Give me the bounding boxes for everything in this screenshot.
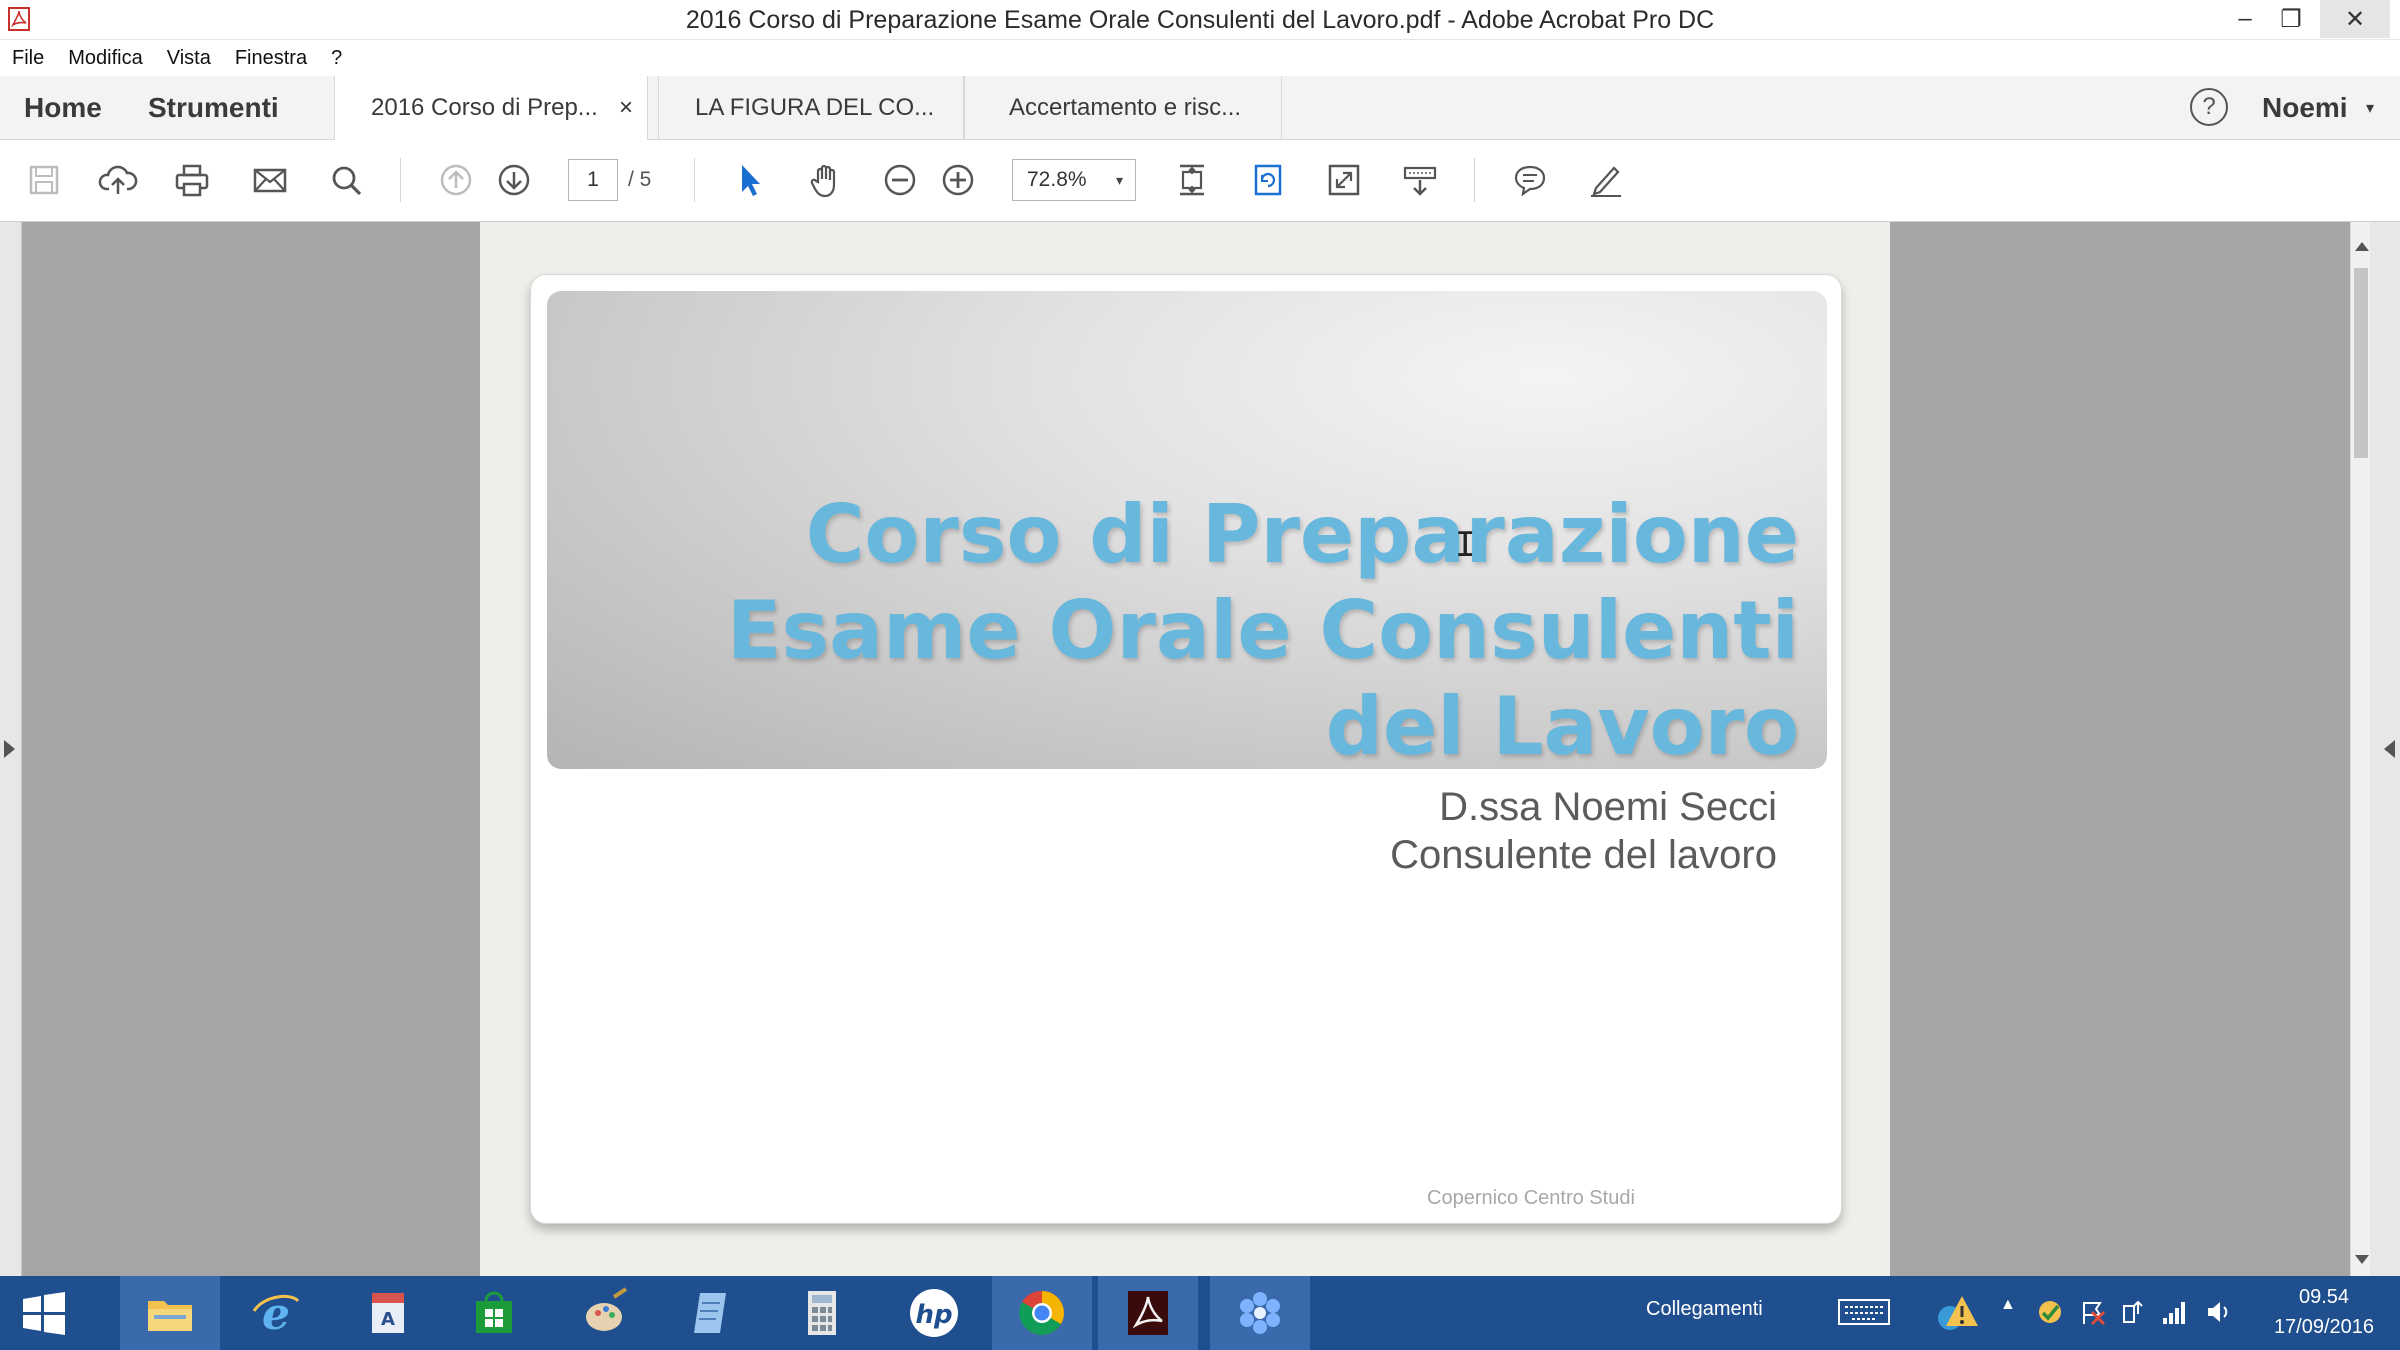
- expand-right-panel-icon[interactable]: [2384, 740, 2395, 758]
- tab-document-2[interactable]: LA FIGURA DEL CO...: [658, 76, 964, 140]
- menu-help[interactable]: ?: [331, 47, 342, 70]
- taskbar: e A hp Collegamenti ▲ 09.54 17/09/2016: [0, 1276, 2400, 1350]
- pdf-page: Corso di Preparazione Esame Orale Consul…: [480, 222, 1890, 1276]
- power-icon[interactable]: [2120, 1298, 2148, 1326]
- zoom-out-icon[interactable]: [876, 156, 924, 204]
- page-total: / 5: [628, 168, 652, 191]
- clock-time: 09.54: [2298, 1286, 2350, 1308]
- zoom-caret-icon[interactable]: ▾: [1116, 160, 1123, 200]
- save-icon[interactable]: [20, 156, 68, 204]
- user-menu[interactable]: Noemi: [2262, 92, 2348, 124]
- document-workspace: Corso di Preparazione Esame Orale Consul…: [0, 222, 2400, 1276]
- start-icon[interactable]: [0, 1276, 86, 1350]
- toolbar-separator: [1474, 158, 1475, 202]
- checkmark-tray-icon[interactable]: [2036, 1298, 2064, 1326]
- author-role: Consulente del lavoro: [1390, 833, 1777, 877]
- window-title: 2016 Corso di Preparazione Esame Orale C…: [685, 6, 1715, 34]
- print-icon[interactable]: [168, 156, 216, 204]
- acrobat-icon[interactable]: [1098, 1276, 1198, 1350]
- tab-bar: Home Strumenti 2016 Corso di Prep... × L…: [0, 76, 2400, 140]
- scroll-down-icon[interactable]: [2355, 1255, 2369, 1264]
- tab-document-3[interactable]: Accertamento e risc...: [964, 76, 1282, 140]
- zoom-select[interactable]: 72.8% ▾: [1012, 159, 1136, 201]
- user-menu-caret-icon[interactable]: ▾: [2366, 98, 2374, 118]
- slide-title-line: del Lavoro: [1325, 680, 1799, 773]
- internet-explorer-icon[interactable]: e: [226, 1276, 326, 1350]
- notes-icon[interactable]: [660, 1276, 760, 1350]
- vertical-scrollbar[interactable]: [2350, 222, 2370, 1276]
- warning-icon[interactable]: [1934, 1292, 1982, 1332]
- tab-document-1[interactable]: 2016 Corso di Prep... ×: [334, 76, 648, 140]
- zoom-value: 72.8%: [1027, 168, 1087, 191]
- scrollbar-thumb[interactable]: [2354, 268, 2368, 458]
- tab-tools[interactable]: Strumenti: [148, 92, 279, 124]
- rotate-icon[interactable]: [1244, 156, 1292, 204]
- tab-document-2-label: LA FIGURA DEL CO...: [695, 94, 935, 121]
- svg-text:A: A: [381, 1309, 395, 1330]
- author-name: D.ssa Noemi Secci: [1439, 785, 1777, 829]
- keyboard-icon[interactable]: [1838, 1298, 1890, 1326]
- hp-icon[interactable]: hp: [884, 1276, 984, 1350]
- menu-edit[interactable]: Modifica: [68, 47, 142, 70]
- volume-icon[interactable]: [2204, 1298, 2232, 1326]
- menu-bar: File Modifica Vista Finestra ?: [0, 40, 2400, 76]
- paint-icon[interactable]: [556, 1276, 656, 1350]
- tab-document-1-label: 2016 Corso di Prep...: [371, 94, 598, 121]
- comment-icon[interactable]: [1506, 156, 1554, 204]
- clock[interactable]: 09.54 17/09/2016: [2264, 1282, 2384, 1342]
- tab-document-3-label: Accertamento e risc...: [1009, 94, 1242, 121]
- close-window-button[interactable]: ✕: [2320, 0, 2390, 38]
- slide-title-line: Corso di Preparazione: [805, 488, 1799, 581]
- help-icon[interactable]: ?: [2190, 88, 2228, 126]
- links-toolbar-label[interactable]: Collegamenti: [1646, 1298, 1763, 1321]
- slide-author: D.ssa Noemi Secci Consulente del lavoro: [1390, 783, 1777, 879]
- slide: Corso di Preparazione Esame Orale Consul…: [530, 274, 1842, 1224]
- page-number-input[interactable]: 1: [568, 159, 618, 201]
- calculator-icon[interactable]: [772, 1276, 872, 1350]
- flag-error-icon[interactable]: [2078, 1298, 2106, 1326]
- text-cursor-icon: I: [1455, 525, 1476, 565]
- select-arrow-icon[interactable]: [726, 156, 774, 204]
- store-icon[interactable]: [444, 1276, 544, 1350]
- toolbar-separator: [694, 158, 695, 202]
- show-hidden-icons-icon[interactable]: ▲: [2000, 1296, 2016, 1314]
- chrome-icon[interactable]: [992, 1276, 1092, 1350]
- email-icon[interactable]: [246, 156, 294, 204]
- clock-date: 17/09/2016: [2273, 1316, 2375, 1338]
- dictionary-icon[interactable]: A: [338, 1276, 438, 1350]
- snowflake-app-icon[interactable]: [1210, 1276, 1310, 1350]
- hand-icon[interactable]: [802, 156, 850, 204]
- file-explorer-icon[interactable]: [120, 1276, 220, 1350]
- menu-window[interactable]: Finestra: [235, 47, 307, 70]
- search-icon[interactable]: [322, 156, 370, 204]
- network-signal-icon[interactable]: [2160, 1298, 2188, 1326]
- scroll-up-icon[interactable]: [2355, 242, 2369, 251]
- next-page-icon[interactable]: [490, 156, 538, 204]
- toolbar: 1 / 5 72.8% ▾: [0, 140, 2400, 222]
- menu-view[interactable]: Vista: [167, 47, 211, 70]
- close-tab-icon[interactable]: ×: [619, 94, 633, 122]
- expand-left-panel-icon[interactable]: [4, 740, 15, 758]
- toolbar-separator: [400, 158, 401, 202]
- zoom-in-icon[interactable]: [934, 156, 982, 204]
- svg-text:hp: hp: [915, 1300, 952, 1330]
- pen-icon[interactable]: [1582, 156, 1630, 204]
- tab-home[interactable]: Home: [24, 92, 102, 124]
- slide-footer: Copernico Centro Studi: [1427, 1187, 1635, 1209]
- menu-file[interactable]: File: [12, 47, 44, 70]
- slide-title: Corso di Preparazione Esame Orale Consul…: [727, 487, 1799, 775]
- upload-icon[interactable]: [94, 156, 142, 204]
- read-mode-icon[interactable]: [1396, 156, 1444, 204]
- title-bar: 2016 Corso di Preparazione Esame Orale C…: [0, 0, 2400, 40]
- restore-button[interactable]: ❐: [2256, 0, 2326, 38]
- full-screen-icon[interactable]: [1320, 156, 1368, 204]
- prev-page-icon[interactable]: [432, 156, 480, 204]
- fit-page-icon[interactable]: [1168, 156, 1216, 204]
- slide-title-line: Esame Orale Consulenti: [726, 584, 1799, 677]
